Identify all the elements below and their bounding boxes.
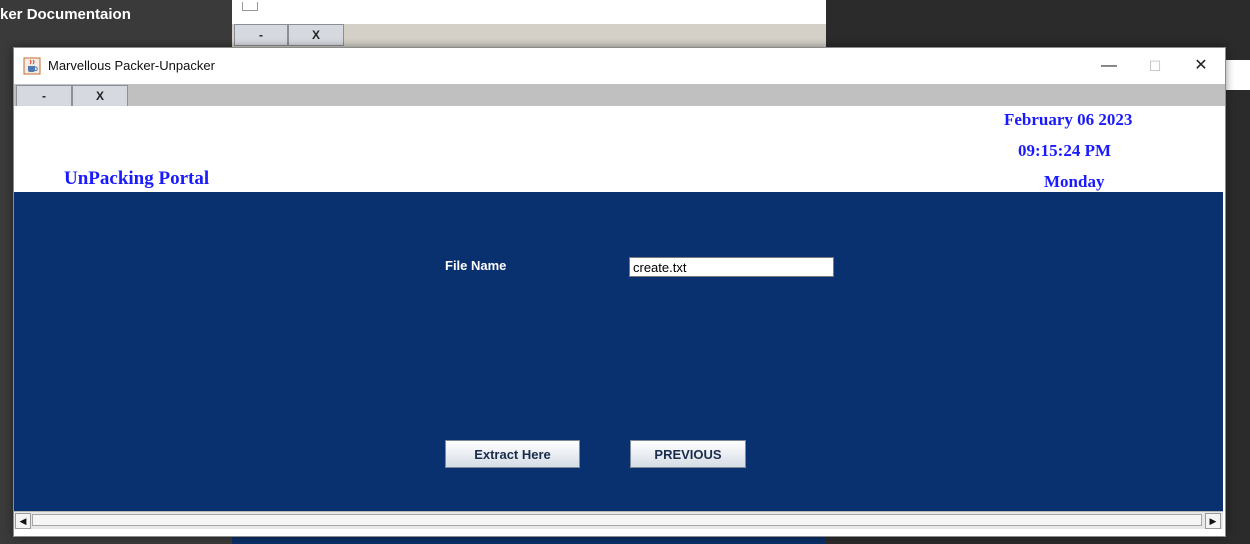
title-bar: Marvellous Packer-Unpacker — ☐ ✕: [14, 48, 1225, 84]
background-minimize-button[interactable]: -: [234, 24, 288, 46]
window-close-button[interactable]: ✕: [1178, 48, 1224, 84]
background-window-title: ker Documentaion: [0, 6, 131, 23]
extract-here-button[interactable]: Extract Here: [445, 440, 580, 468]
window-title: Marvellous Packer-Unpacker: [48, 58, 215, 73]
window-maximize-button[interactable]: ☐: [1132, 48, 1178, 84]
file-name-input[interactable]: [629, 257, 834, 277]
horizontal-scrollbar[interactable]: ◀ ▶: [14, 511, 1223, 529]
scrollbar-thumb[interactable]: [32, 514, 1202, 526]
scroll-left-icon[interactable]: ◀: [15, 513, 31, 529]
window-minimize-button[interactable]: —: [1086, 48, 1132, 84]
minimize-tab-button[interactable]: -: [16, 85, 72, 107]
content-panel: File Name Extract Here PREVIOUS: [14, 192, 1223, 511]
close-tab-button[interactable]: X: [72, 85, 128, 107]
background-window-top: [232, 0, 826, 24]
scroll-right-icon[interactable]: ▶: [1205, 513, 1221, 529]
date-label: February 06 2023: [1004, 110, 1133, 129]
checkbox-icon: [242, 2, 258, 11]
background-close-button[interactable]: X: [288, 24, 344, 46]
header: UnPacking Portal February 06 2023 09:15:…: [14, 106, 1225, 192]
menu-strip: - X: [14, 84, 1225, 107]
main-window: Marvellous Packer-Unpacker — ☐ ✕ - X UnP…: [13, 47, 1226, 537]
day-label: Monday: [1044, 172, 1105, 191]
java-coffee-cup-icon: [23, 57, 41, 75]
time-label: 09:15:24 PM: [1018, 141, 1112, 160]
background-window-right: [826, 0, 1250, 40]
portal-title: UnPacking Portal: [64, 168, 210, 189]
previous-button[interactable]: PREVIOUS: [630, 440, 746, 468]
background-window-edge: [1224, 60, 1250, 90]
file-name-label: File Name: [445, 258, 507, 273]
